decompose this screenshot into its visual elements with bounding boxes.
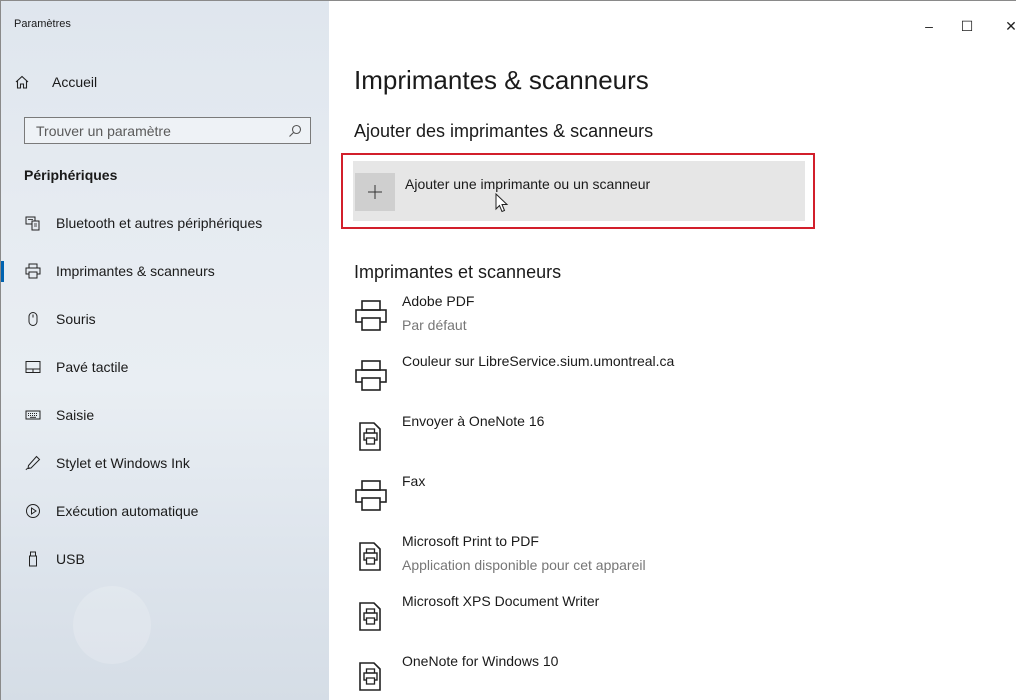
printers-list-heading: Imprimantes et scanneurs <box>354 262 562 282</box>
sidebar-item-typing[interactable]: Saisie <box>1 391 329 439</box>
sidebar-item-label: Souris <box>56 311 96 327</box>
sidebar-item-label: USB <box>56 551 85 567</box>
sidebar-item-label: Stylet et Windows Ink <box>56 455 190 471</box>
touchpad-icon <box>25 361 41 373</box>
sidebar-item-bluetooth[interactable]: Bluetooth et autres périphériques <box>1 199 329 247</box>
printer-icon <box>355 300 387 331</box>
printer-icon <box>25 263 41 279</box>
printer-name: Microsoft XPS Document Writer <box>402 593 600 609</box>
search-input[interactable] <box>36 122 276 139</box>
search-box[interactable] <box>24 117 311 144</box>
sidebar-item-printers[interactable]: Imprimantes & scanneurs <box>1 247 329 295</box>
printer-name: Microsoft Print to PDF <box>402 533 539 549</box>
sidebar-item-mouse[interactable]: Souris <box>1 295 329 343</box>
sidebar-item-touchpad[interactable]: Pavé tactile <box>1 343 329 391</box>
pen-icon <box>25 455 41 471</box>
printer-status: Par défaut <box>402 317 467 333</box>
printer-item[interactable]: Microsoft XPS Document Writer <box>354 593 974 653</box>
background-decoration <box>73 586 151 664</box>
document-printer-icon <box>359 542 381 571</box>
sidebar-item-label: Saisie <box>56 407 95 423</box>
sidebar: Paramètres Accueil Périphériques <box>1 1 329 700</box>
add-printer-button[interactable]: Ajouter une imprimante ou un scanneur <box>353 161 805 221</box>
document-printer-icon <box>359 602 381 631</box>
plus-icon <box>355 173 395 211</box>
printer-name: OneNote for Windows 10 <box>402 653 559 669</box>
mouse-cursor-icon <box>495 193 509 213</box>
nav-list: Bluetooth et autres périphériques Imprim… <box>1 199 329 583</box>
home-label: Accueil <box>52 74 98 90</box>
keyboard-icon <box>25 410 41 420</box>
main-content: Imprimantes & scanneurs Ajouter des impr… <box>329 1 1016 700</box>
printer-icon <box>355 480 387 511</box>
printer-name: Couleur sur LibreService.sium.umontreal.… <box>402 353 675 369</box>
printer-name: Fax <box>402 473 426 489</box>
printer-item[interactable]: Adobe PDF Par défaut <box>354 293 974 353</box>
page-title: Imprimantes & scanneurs <box>354 65 649 95</box>
printer-name: Envoyer à OneNote 16 <box>402 413 545 429</box>
autoplay-icon <box>26 504 40 518</box>
document-printer-icon <box>359 422 381 451</box>
mouse-icon <box>28 312 38 326</box>
sidebar-item-label: Imprimantes & scanneurs <box>56 263 215 279</box>
usb-icon <box>29 551 37 567</box>
document-printer-icon <box>359 662 381 691</box>
printers-list: Adobe PDF Par défaut Couleur sur LibreSe… <box>354 293 974 700</box>
section-heading: Périphériques <box>24 167 118 183</box>
sidebar-item-label: Bluetooth et autres périphériques <box>56 215 263 231</box>
sidebar-item-pen[interactable]: Stylet et Windows Ink <box>1 439 329 487</box>
add-printer-label: Ajouter une imprimante ou un scanneur <box>405 176 651 192</box>
printer-item[interactable]: Fax <box>354 473 974 533</box>
printer-item[interactable]: Envoyer à OneNote 16 <box>354 413 974 473</box>
sidebar-item-label: Pavé tactile <box>56 359 129 375</box>
add-section-heading: Ajouter des imprimantes & scanneurs <box>354 121 654 141</box>
home-nav-item[interactable]: Accueil <box>14 70 314 94</box>
sidebar-item-label: Exécution automatique <box>56 503 199 519</box>
printer-item[interactable]: OneNote for Windows 10 <box>354 653 974 700</box>
home-icon <box>15 75 29 89</box>
printer-item[interactable]: Microsoft Print to PDF Application dispo… <box>354 533 974 593</box>
bluetooth-devices-icon <box>25 216 40 231</box>
sidebar-item-usb[interactable]: USB <box>1 535 329 583</box>
settings-window: Paramètres Accueil Périphériques <box>0 0 1016 700</box>
printer-name: Adobe PDF <box>402 293 475 309</box>
printer-status: Application disponible pour cet appareil <box>402 557 646 573</box>
printer-icon <box>355 360 387 391</box>
printer-item[interactable]: Couleur sur LibreService.sium.umontreal.… <box>354 353 974 413</box>
search-icon[interactable] <box>288 124 302 138</box>
sidebar-item-autoplay[interactable]: Exécution automatique <box>1 487 329 535</box>
app-title: Paramètres <box>14 18 71 30</box>
